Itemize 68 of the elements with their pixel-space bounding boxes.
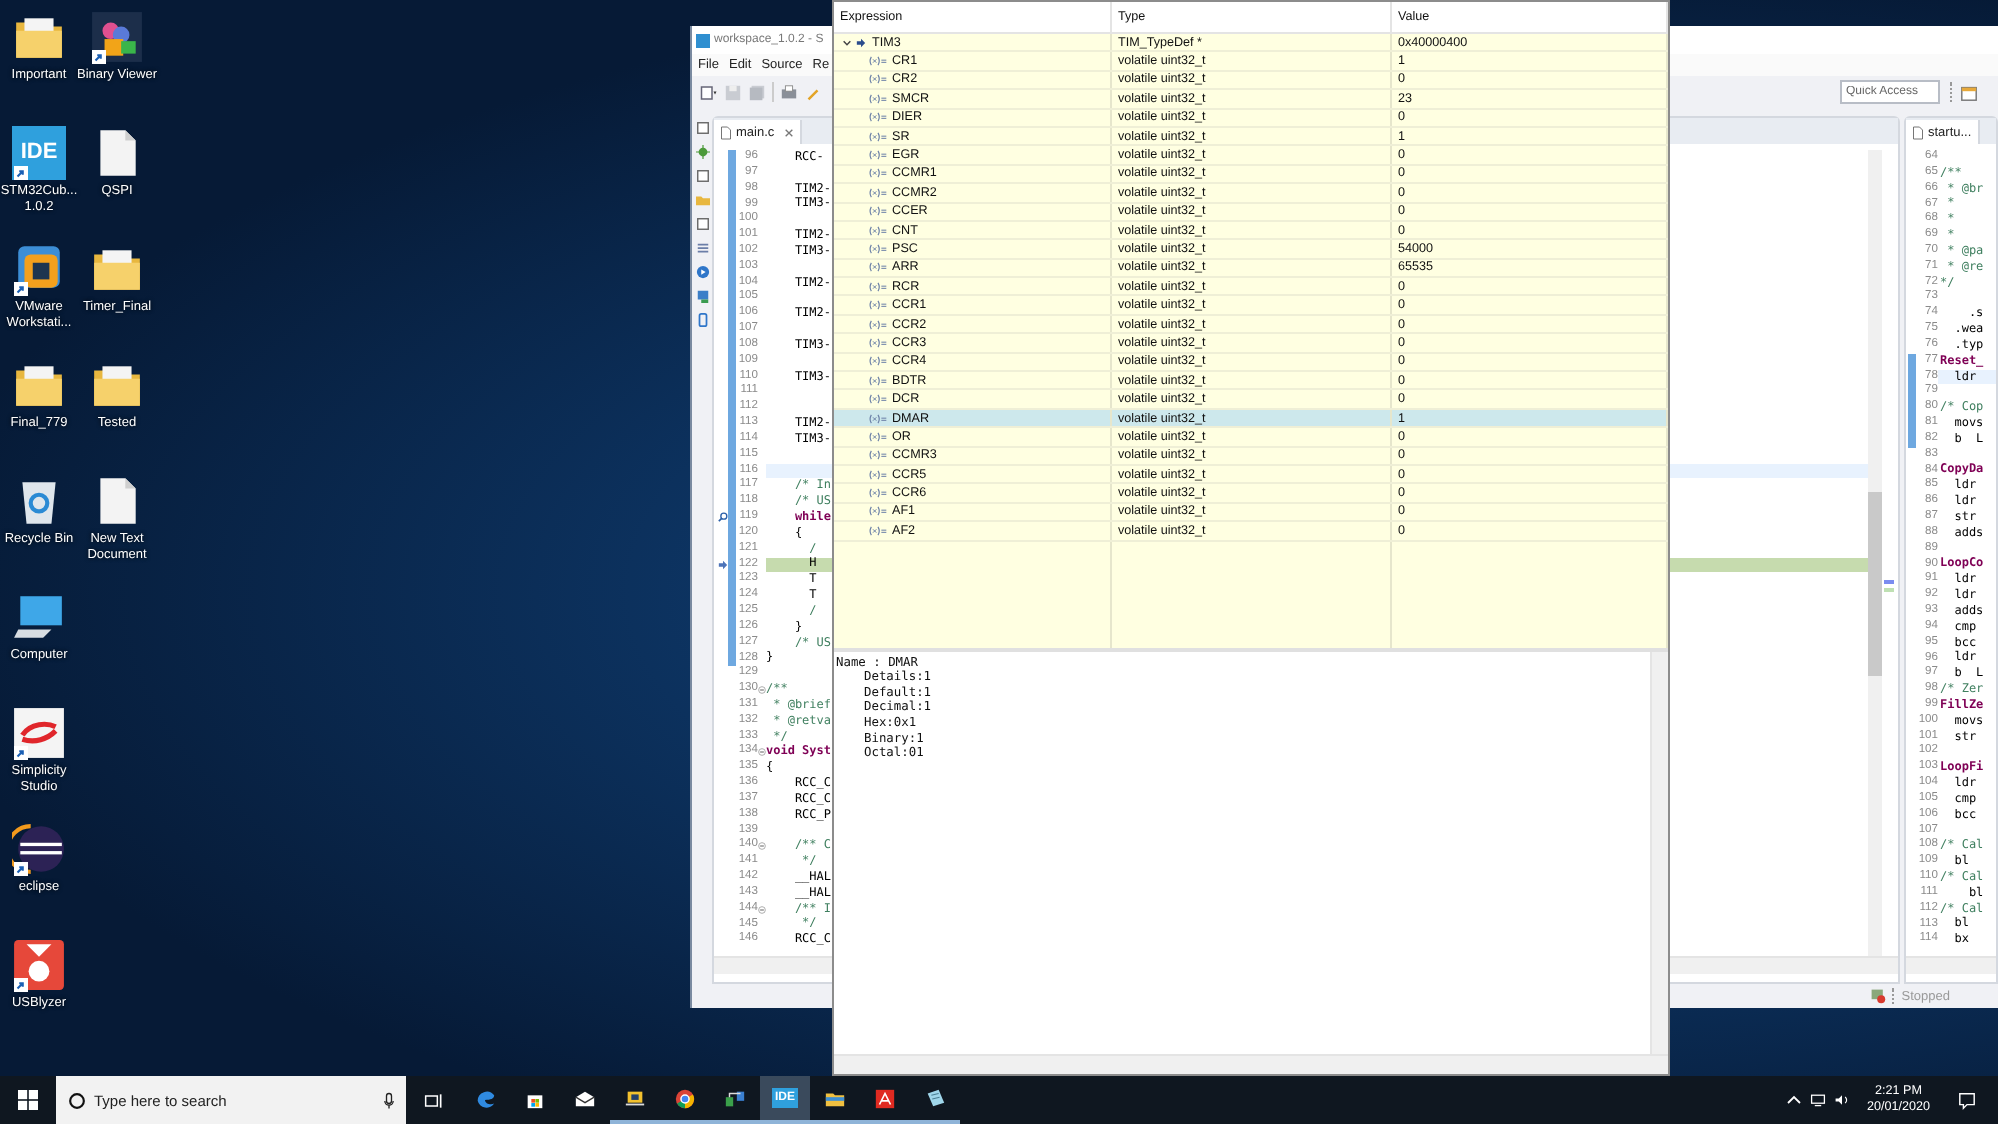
swirl-icon (474, 1087, 496, 1109)
device-icon[interactable] (695, 312, 709, 328)
usblyzer-icon (12, 937, 66, 991)
variable-icon (868, 356, 888, 367)
variable-icon (868, 525, 888, 536)
binary-viewer-icon (90, 9, 144, 63)
scrollbar[interactable] (834, 1054, 1668, 1074)
scrollbar[interactable] (1906, 956, 1996, 974)
search-icon[interactable] (68, 1091, 86, 1109)
variable-icon (868, 131, 888, 142)
eclipse-icon (12, 821, 66, 875)
variable-icon (868, 319, 888, 330)
variable-icon (868, 431, 888, 442)
window-icon[interactable] (695, 216, 709, 232)
window-icon[interactable] (695, 120, 709, 136)
windows-logo-icon[interactable] (18, 1090, 38, 1110)
variable-icon (868, 74, 888, 85)
variable-icon (868, 450, 888, 461)
variable-icon (868, 243, 888, 254)
variable-icon (868, 262, 888, 273)
perspective-icon[interactable] (1960, 83, 1978, 101)
envelope-icon (574, 1087, 596, 1109)
pdf-icon (874, 1087, 896, 1109)
close-icon[interactable] (784, 127, 795, 137)
app-icon (696, 33, 710, 47)
variable-icon (868, 56, 888, 67)
variable-icon (868, 281, 888, 292)
grid-icon[interactable] (695, 240, 709, 256)
chevron-icon[interactable] (842, 37, 852, 48)
caret-icon[interactable] (1786, 1092, 1803, 1108)
variable-icon (868, 469, 888, 480)
network-icon (724, 1087, 746, 1109)
notification-icon[interactable] (1958, 1091, 1976, 1109)
volume-icon[interactable] (1834, 1092, 1851, 1108)
variable-icon (868, 150, 888, 161)
presentation-icon (624, 1087, 646, 1109)
microphone-icon[interactable] (384, 1091, 394, 1109)
task-view-icon (423, 1091, 443, 1109)
variable-icon (868, 93, 888, 104)
variable-icon (868, 206, 888, 217)
variable-icon (868, 506, 888, 517)
browser-icon (674, 1087, 696, 1109)
monitor-icon[interactable] (695, 288, 709, 304)
arrow-icon (856, 37, 866, 48)
bug-icon[interactable] (695, 144, 709, 160)
variable-icon (868, 394, 888, 405)
variable-icon (868, 413, 888, 423)
notepad-icon (924, 1087, 946, 1109)
scrollbar[interactable] (1868, 150, 1882, 956)
simplicity-icon (12, 705, 66, 759)
network-icon[interactable] (1810, 1092, 1827, 1108)
file-icon (720, 125, 732, 139)
scrollbar[interactable] (1650, 651, 1668, 1054)
new-file-icon[interactable] (700, 83, 718, 101)
debug-status-icon (1869, 988, 1886, 1004)
play-icon[interactable] (695, 264, 709, 280)
variable-icon (868, 187, 888, 198)
variable-icon (868, 488, 888, 499)
ide-logo-icon: IDE (12, 125, 66, 179)
window-icon[interactable] (695, 168, 709, 184)
printer-icon[interactable] (780, 83, 798, 101)
variable-icon (868, 112, 888, 123)
variable-icon (868, 300, 888, 311)
variable-icon (868, 375, 888, 386)
variable-icon (868, 337, 888, 348)
variable-icon (868, 225, 888, 236)
variable-icon (868, 168, 888, 179)
file-icon (1912, 125, 1924, 139)
